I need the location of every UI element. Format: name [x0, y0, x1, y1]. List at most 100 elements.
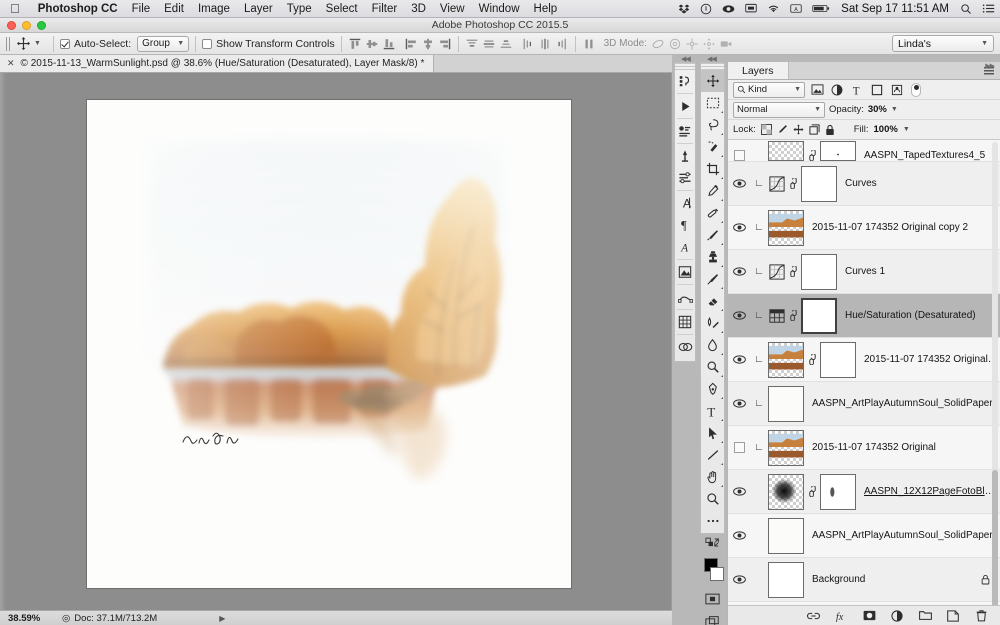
display-icon[interactable]	[740, 3, 762, 14]
layer-style-fx-icon[interactable]: fx	[834, 609, 848, 623]
artboard[interactable]	[87, 100, 571, 588]
layer-visibility-toggle[interactable]	[728, 223, 750, 232]
layer-visibility-toggle[interactable]	[728, 399, 750, 408]
swap-colors-icon[interactable]	[701, 532, 724, 554]
layer-name[interactable]: Curves	[837, 178, 1000, 189]
filter-kind-dropdown[interactable]: Kind ▼	[733, 81, 805, 98]
layer-visibility-toggle[interactable]	[728, 487, 750, 496]
lock-image-pixels-icon[interactable]	[777, 124, 788, 135]
menu-item-select[interactable]: Select	[319, 3, 365, 15]
table-row[interactable]: ∟ Curves	[728, 162, 1000, 206]
close-window-button[interactable]	[7, 21, 16, 30]
layer-name[interactable]: AASPN_TapedTextures4_5	[856, 150, 1000, 161]
slide-3d-icon[interactable]	[702, 37, 716, 51]
link-layers-indicator[interactable]	[804, 486, 820, 497]
opacity-value[interactable]: 30%	[868, 104, 887, 115]
table-row[interactable]: ∟ 2015-11-07 174352 Original	[728, 426, 1000, 470]
layer-thumbnail[interactable]	[768, 473, 804, 510]
menu-item-window[interactable]: Window	[472, 3, 527, 15]
new-layer-icon[interactable]	[946, 609, 960, 623]
lock-all-icon[interactable]	[825, 124, 835, 136]
dodge-icon[interactable]	[701, 356, 724, 378]
link-layers-icon[interactable]	[806, 609, 820, 623]
layer-name[interactable]: AASPN_12X12PageFotoBlendz9_1	[856, 486, 1000, 497]
toolbar-grip[interactable]	[701, 63, 724, 70]
crop-icon[interactable]	[701, 158, 724, 180]
table-row[interactable]: ∟ Curves 1	[728, 250, 1000, 294]
layers-list[interactable]: AASPN_TapedTextures4_5 ∟ Curves ∟ 2015-1…	[728, 140, 1000, 605]
clone-stamp-icon[interactable]	[701, 246, 724, 268]
table-row[interactable]: ∟ Hue/Saturation (Desaturated)	[728, 294, 1000, 338]
gradient-icon[interactable]	[701, 312, 724, 334]
lock-transparent-pixels-icon[interactable]	[760, 124, 772, 135]
align-horizontal-centers-icon[interactable]	[421, 37, 435, 51]
layer-thumbnail[interactable]	[768, 429, 804, 466]
layer-thumbnail[interactable]	[768, 341, 804, 378]
quick-selection-icon[interactable]	[701, 136, 724, 158]
filter-type-icon[interactable]: T	[849, 82, 865, 98]
background-color-swatch[interactable]	[710, 567, 724, 581]
menu-item-layer[interactable]: Layer	[237, 3, 280, 15]
layer-thumbnail[interactable]	[768, 263, 785, 280]
chevron-down-icon[interactable]: ▼	[891, 106, 898, 113]
layer-thumbnail[interactable]	[768, 307, 785, 324]
delete-layer-icon[interactable]	[974, 609, 988, 623]
auto-select-checkbox[interactable]	[59, 38, 70, 49]
distribute-spacing-icon[interactable]	[582, 37, 596, 51]
menu-item-edit[interactable]: Edit	[157, 3, 191, 15]
roll-3d-icon[interactable]	[668, 37, 682, 51]
screen-mode-icon[interactable]	[701, 610, 724, 625]
layer-thumbnail[interactable]	[768, 517, 804, 554]
layer-mask-thumbnail[interactable]	[801, 297, 837, 334]
paragraph-icon[interactable]: ¶	[675, 214, 695, 236]
minimize-window-button[interactable]	[22, 21, 31, 30]
table-row[interactable]: Background	[728, 558, 1000, 602]
layer-visibility-toggle[interactable]	[728, 267, 750, 276]
adjustments-icon[interactable]	[675, 145, 695, 167]
tab-layers[interactable]: Layers	[728, 62, 789, 79]
notification-center-icon[interactable]	[977, 3, 1000, 14]
swatch-link-icon[interactable]	[675, 336, 695, 358]
menu-item-file[interactable]: File	[125, 3, 158, 15]
align-left-edges-icon[interactable]	[404, 37, 418, 51]
layer-mask-thumbnail[interactable]	[820, 473, 856, 510]
filter-adjustment-icon[interactable]	[829, 82, 845, 98]
link-layers-indicator[interactable]	[804, 354, 820, 365]
collapse-toolbar-icon[interactable]: ◀◀	[707, 55, 717, 63]
search-icon[interactable]	[955, 3, 977, 15]
distribute-left-edges-icon[interactable]	[521, 37, 535, 51]
input-source-icon[interactable]: A	[785, 3, 807, 14]
eraser-icon[interactable]	[701, 290, 724, 312]
rectangular-marquee-icon[interactable]	[701, 92, 724, 114]
link-layers-indicator[interactable]	[785, 310, 801, 321]
link-layers-indicator[interactable]	[785, 266, 801, 277]
properties-icon[interactable]	[675, 167, 695, 189]
filter-smart-object-icon[interactable]	[889, 82, 905, 98]
lock-artboard-icon[interactable]	[809, 124, 820, 135]
layer-name[interactable]: 2015-11-07 174352 Original copy 2	[804, 222, 1000, 233]
align-right-edges-icon[interactable]	[438, 37, 452, 51]
character-icon[interactable]: A	[675, 192, 695, 214]
layer-name[interactable]: AASPN_ArtPlayAutumnSoul_SolidPaper1	[804, 398, 1000, 409]
table-row[interactable]: AASPN_ArtPlayAutumnSoul_SolidPaper1	[728, 514, 1000, 558]
brush-icon[interactable]	[701, 224, 724, 246]
align-vertical-centers-icon[interactable]	[365, 37, 379, 51]
blur-icon[interactable]	[701, 334, 724, 356]
battery-icon[interactable]	[807, 3, 835, 14]
filter-pixel-icon[interactable]	[809, 82, 825, 98]
edit-toolbar-icon[interactable]	[701, 510, 724, 532]
menu-item-photoshop[interactable]: Photoshop CC	[31, 3, 125, 15]
panel-grip[interactable]	[675, 63, 695, 70]
menu-item-help[interactable]: Help	[527, 3, 565, 15]
actions-icon[interactable]	[675, 261, 695, 283]
layer-name[interactable]: Hue/Saturation (Desaturated)	[837, 310, 1000, 321]
lock-position-icon[interactable]	[793, 124, 804, 135]
wifi-icon[interactable]	[762, 3, 785, 14]
pan-3d-icon[interactable]	[685, 37, 699, 51]
zoom-level[interactable]: 38.59%	[0, 613, 62, 624]
menu-item-3d[interactable]: 3D	[404, 3, 433, 15]
link-layers-indicator[interactable]	[804, 150, 820, 161]
layer-thumbnail[interactable]	[768, 175, 785, 192]
table-row[interactable]: AASPN_TapedTextures4_5	[728, 140, 1000, 162]
maximize-window-button[interactable]	[37, 21, 46, 30]
